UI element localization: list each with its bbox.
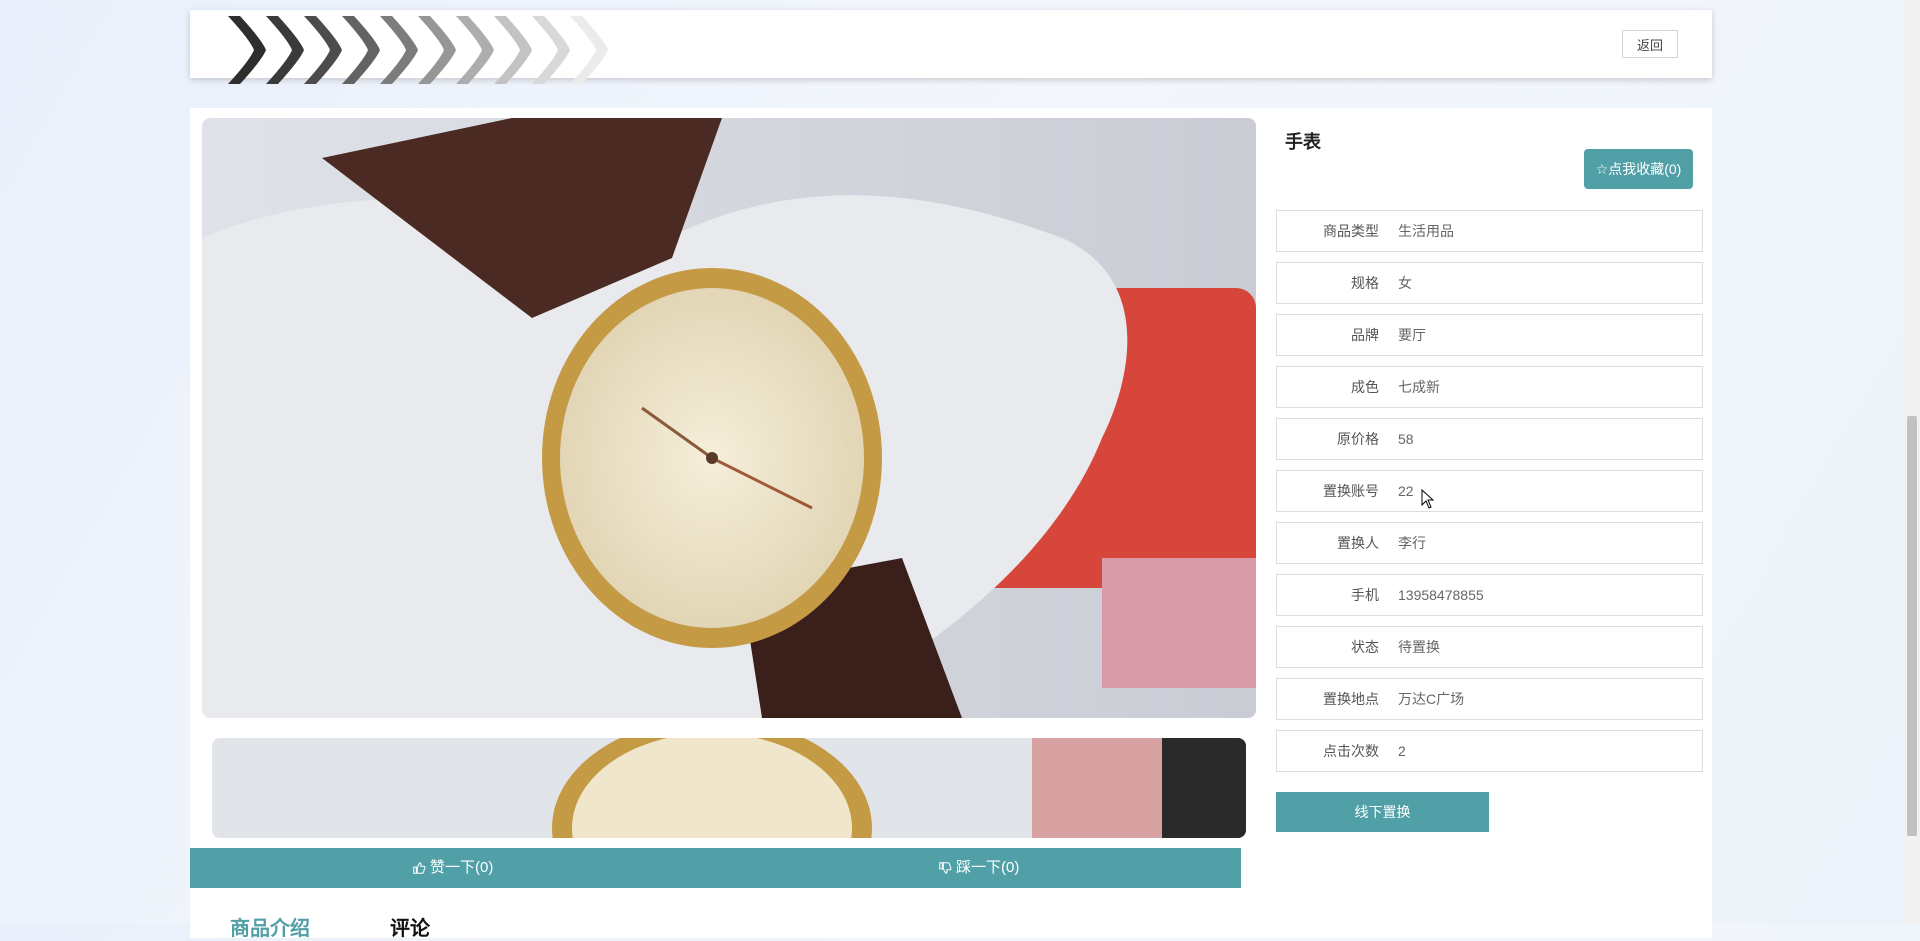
info-label: 点击次数 [1323,743,1379,759]
info-row-exchanger: 置换人 李行 [1276,522,1703,564]
back-button[interactable]: 返回 [1622,30,1678,58]
info-row-location: 置换地点 万达C广场 [1276,678,1703,720]
product-title: 手表 [1285,132,1321,152]
info-row-click-count: 点击次数 2 [1276,730,1703,772]
info-value: 58 [1398,431,1414,447]
chevron-decoration-icon [228,16,608,84]
vote-bar: 赞一下(0) 踩一下(0) [190,848,1241,888]
info-row-condition: 成色 七成新 [1276,366,1703,408]
info-row-brand: 品牌 要厅 [1276,314,1703,356]
info-value: 22 [1398,483,1414,499]
tab-product-intro[interactable]: 商品介绍 [230,912,310,941]
info-row-phone: 手机 13958478855 [1276,574,1703,616]
info-value: 待置换 [1398,639,1440,655]
info-row-category: 商品类型 生活用品 [1276,210,1703,252]
info-label: 成色 [1351,379,1379,395]
top-bar: 返回 [190,10,1712,84]
info-label: 手机 [1351,587,1379,603]
info-row-spec: 规格 女 [1276,262,1703,304]
thumbs-down-icon [939,862,952,874]
offline-exchange-button[interactable]: 线下置换 [1276,792,1489,832]
thumbs-up-icon [413,862,426,874]
info-value: 女 [1398,275,1412,291]
info-label: 置换账号 [1323,483,1379,499]
page-scrollbar[interactable] [1904,0,1920,924]
info-label: 置换地点 [1323,691,1379,707]
info-label: 原价格 [1337,431,1379,447]
tab-comments[interactable]: 评论 [390,912,430,941]
info-label: 商品类型 [1323,223,1379,239]
info-value: 生活用品 [1398,223,1454,239]
favorite-button[interactable]: ☆点我收藏(0) [1584,149,1693,189]
info-row-exchange-account: 置换账号 22 [1276,470,1703,512]
info-value: 万达C广场 [1398,691,1465,707]
info-label: 状态 [1351,639,1379,655]
like-button[interactable]: 赞一下(0) [412,848,493,888]
product-main-image [202,118,1256,718]
info-value: 13958478855 [1398,587,1484,603]
info-label: 规格 [1351,275,1379,291]
info-value: 2 [1398,743,1406,759]
info-label: 置换人 [1337,535,1379,551]
info-value: 要厅 [1398,327,1426,343]
like-label: 赞一下(0) [430,859,494,876]
info-row-status: 状态 待置换 [1276,626,1703,668]
info-value: 李行 [1398,535,1426,551]
scrollbar-thumb[interactable] [1907,416,1917,836]
product-info-list: 商品类型 生活用品 规格 女 品牌 要厅 成色 七成新 原价格 58 置换账号 22 置换人… [1276,210,1703,782]
dislike-button[interactable]: 踩一下(0) [938,848,1019,888]
info-row-original-price: 原价格 58 [1276,418,1703,460]
info-value: 七成新 [1398,379,1440,395]
dislike-label: 踩一下(0) [956,859,1020,876]
info-label: 品牌 [1351,327,1379,343]
product-thumbnail-image[interactable] [212,738,1246,838]
mouse-pointer-icon [1421,489,1435,509]
